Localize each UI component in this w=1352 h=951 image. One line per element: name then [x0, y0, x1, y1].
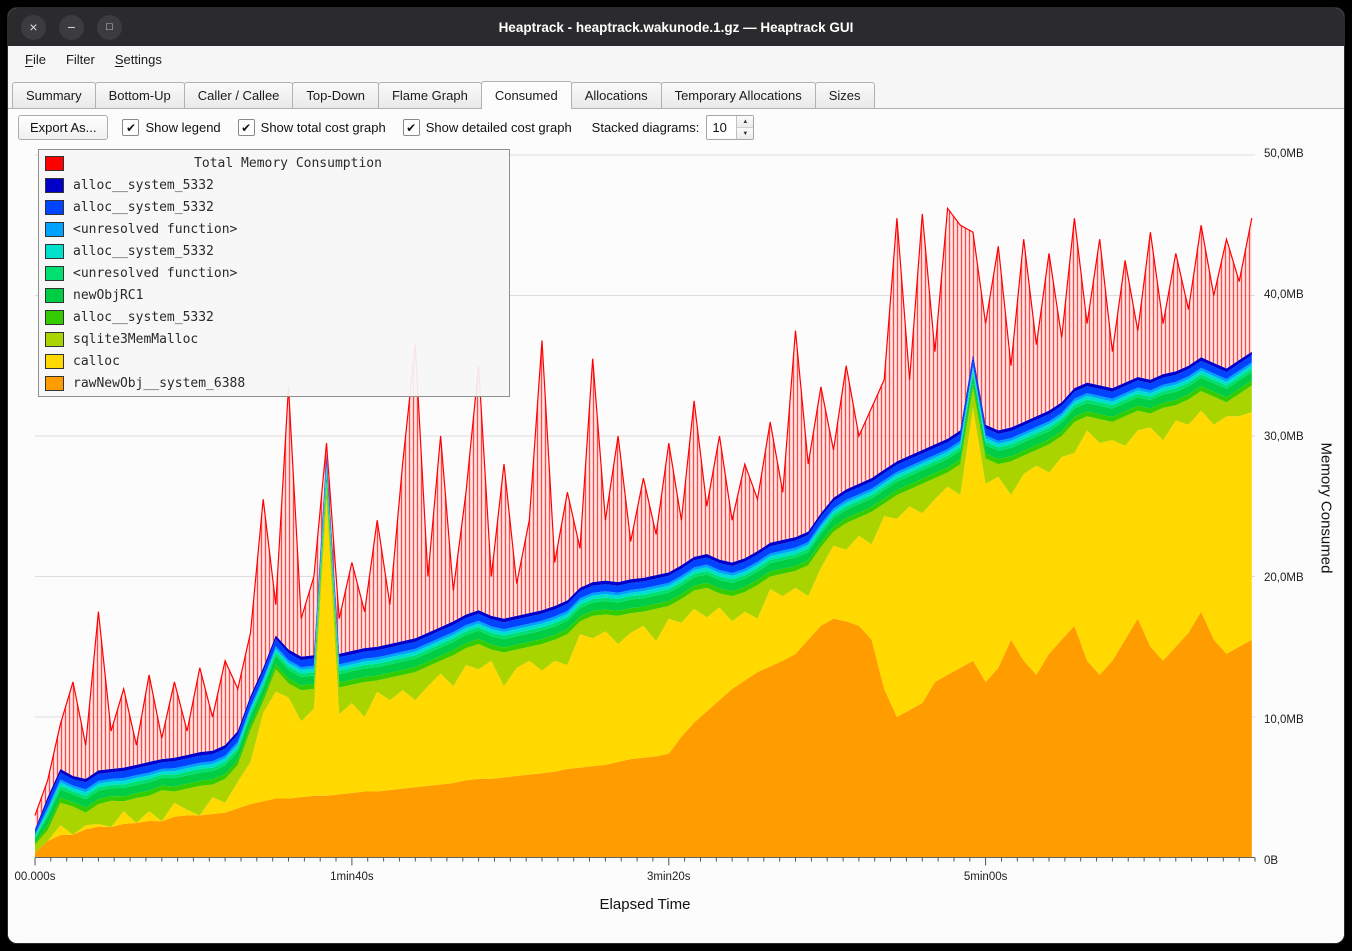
- tab-consumed[interactable]: Consumed: [481, 81, 572, 109]
- menubar: FileFilterSettings: [8, 46, 1344, 73]
- tab-flame-graph[interactable]: Flame Graph: [378, 82, 482, 108]
- checkbox-show-detailed-cost-graph[interactable]: ✔ Show detailed cost graph: [403, 119, 572, 136]
- legend-item: alloc__system_5332: [39, 174, 509, 196]
- legend-swatch: [45, 376, 64, 391]
- checkmark-icon: ✔: [238, 119, 255, 136]
- tab-allocations[interactable]: Allocations: [571, 82, 662, 108]
- tab-top-down[interactable]: Top-Down: [292, 82, 379, 108]
- legend-item: <unresolved function>: [39, 262, 509, 284]
- legend-item-label: rawNewObj__system_6388: [73, 376, 245, 391]
- desktop: { "titlebar": { "title": "Heaptrack - he…: [0, 0, 1352, 951]
- legend-item-label: alloc__system_5332: [73, 200, 214, 215]
- legend-item-label: calloc: [73, 354, 120, 369]
- titlebar: ×−□ Heaptrack - heaptrack.wakunode.1.gz …: [8, 8, 1344, 46]
- legend-item-label: alloc__system_5332: [73, 178, 214, 193]
- legend-swatch: [45, 178, 64, 193]
- tab-bottom-up[interactable]: Bottom-Up: [95, 82, 185, 108]
- y-axis-label: 0B: [1264, 855, 1278, 867]
- legend-title-row: Total Memory Consumption: [39, 152, 509, 174]
- legend: Total Memory Consumption alloc__system_53…: [38, 149, 510, 397]
- legend-item-label: alloc__system_5332: [73, 310, 214, 325]
- checkbox-show-total-cost-graph[interactable]: ✔ Show total cost graph: [238, 119, 386, 136]
- y-axis-label: 50,0MB: [1264, 148, 1304, 160]
- close-button[interactable]: ×: [21, 15, 46, 40]
- maximize-button[interactable]: □: [97, 15, 122, 40]
- legend-swatch: [45, 332, 64, 347]
- x-axis-label: 3min20s: [647, 871, 690, 883]
- legend-swatch: [45, 288, 64, 303]
- axis-title-elapsed-time: Elapsed Time: [600, 896, 691, 913]
- checkbox-label: Show total cost graph: [261, 120, 386, 135]
- spinner-buttons: ▲ ▼: [736, 116, 753, 139]
- legend-swatch: [45, 244, 64, 259]
- tab-sizes[interactable]: Sizes: [815, 82, 875, 108]
- legend-swatch: [45, 266, 64, 281]
- legend-item: alloc__system_5332: [39, 196, 509, 218]
- legend-item-label: newObjRC1: [73, 288, 143, 303]
- stacked-diagrams-label: Stacked diagrams:: [592, 120, 700, 135]
- legend-swatch: [45, 222, 64, 237]
- legend-item: <unresolved function>: [39, 218, 509, 240]
- menu-item-filter[interactable]: Filter: [57, 49, 104, 70]
- legend-swatch: [45, 200, 64, 215]
- menu-item-file[interactable]: File: [16, 49, 55, 70]
- x-axis-label: 5min00s: [964, 871, 1007, 883]
- checkbox-label: Show legend: [145, 120, 220, 135]
- legend-item: rawNewObj__system_6388: [39, 372, 509, 394]
- tab-caller-callee[interactable]: Caller / Callee: [184, 82, 294, 108]
- legend-item: alloc__system_5332: [39, 306, 509, 328]
- tab-temporary-allocations[interactable]: Temporary Allocations: [661, 82, 816, 108]
- checkmark-icon: ✔: [403, 119, 420, 136]
- minimize-button[interactable]: −: [59, 15, 84, 40]
- heaptrack-window: ×−□ Heaptrack - heaptrack.wakunode.1.gz …: [8, 8, 1344, 943]
- x-axis-label: 1min40s: [330, 871, 373, 883]
- y-axis-label: 30,0MB: [1264, 431, 1304, 443]
- legend-item: newObjRC1: [39, 284, 509, 306]
- spinner-up-icon[interactable]: ▲: [737, 116, 753, 127]
- toolbar-checkboxes: ✔ Show legend ✔ Show total cost graph ✔ Show …: [122, 119, 571, 136]
- legend-item-label: <unresolved function>: [73, 266, 237, 281]
- tab-summary[interactable]: Summary: [12, 82, 96, 108]
- stacked-diagrams-spinner[interactable]: ▲ ▼: [706, 115, 754, 140]
- export-as-button[interactable]: Export As...: [18, 115, 108, 140]
- chart-area: Total Memory Consumption alloc__system_53…: [8, 146, 1344, 943]
- x-axis-label: 00.000s: [15, 871, 56, 883]
- checkmark-icon: ✔: [122, 119, 139, 136]
- menu-item-settings[interactable]: Settings: [106, 49, 171, 70]
- legend-item-label: <unresolved function>: [73, 222, 237, 237]
- legend-item: sqlite3MemMalloc: [39, 328, 509, 350]
- legend-item: alloc__system_5332: [39, 240, 509, 262]
- spinner-down-icon[interactable]: ▼: [737, 127, 753, 139]
- legend-item-label: alloc__system_5332: [73, 244, 214, 259]
- legend-item: calloc: [39, 350, 509, 372]
- toolbar: Export As... ✔ Show legend ✔ Show total cos…: [8, 109, 1344, 146]
- legend-swatch: [45, 156, 64, 171]
- y-axis-label: 40,0MB: [1264, 289, 1304, 301]
- window-title: Heaptrack - heaptrack.wakunode.1.gz — He…: [8, 20, 1344, 35]
- legend-title: Total Memory Consumption: [73, 156, 503, 171]
- legend-item-label: sqlite3MemMalloc: [73, 332, 198, 347]
- window-controls: ×−□: [21, 15, 122, 40]
- axis-title-memory-consumed: Memory Consumed: [1318, 443, 1335, 574]
- stacked-diagrams-input[interactable]: [707, 116, 736, 139]
- tab-bar: SummaryBottom-UpCaller / CalleeTop-DownF…: [8, 73, 1344, 109]
- legend-swatch: [45, 310, 64, 325]
- legend-swatch: [45, 354, 64, 369]
- checkbox-label: Show detailed cost graph: [426, 120, 572, 135]
- y-axis-label: 10,0MB: [1264, 714, 1304, 726]
- checkbox-show-legend[interactable]: ✔ Show legend: [122, 119, 220, 136]
- y-axis-label: 20,0MB: [1264, 572, 1304, 584]
